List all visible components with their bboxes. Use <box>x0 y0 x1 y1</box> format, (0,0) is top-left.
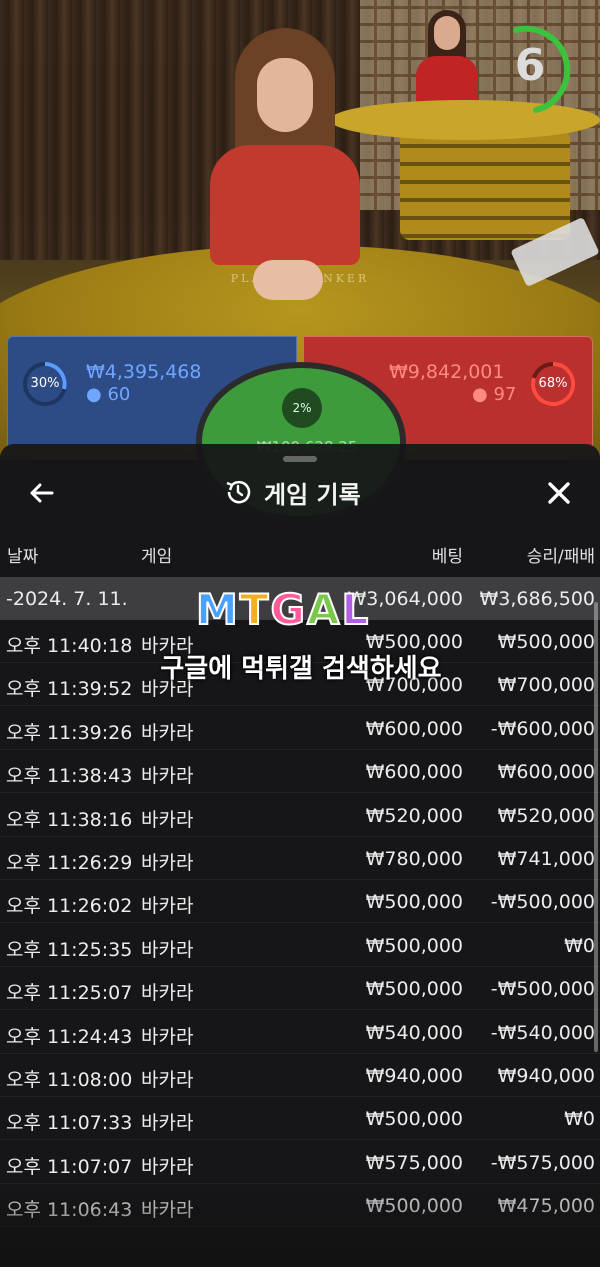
dealer <box>205 20 365 310</box>
sheet-drag-handle[interactable] <box>283 456 317 462</box>
game-history-sheet: 게임 기록 날짜 게임 베팅 승리/패배 -2024. 7. 11. ₩3,06… <box>0 444 600 1267</box>
history-row[interactable]: 오후 11:26:29 바카라 ₩780,000 ₩741,000 <box>0 837 600 880</box>
watermark-tagline: 구글에 먹튀갤 검색하세요 <box>160 654 442 684</box>
row-game: 바카라 <box>141 1025 194 1048</box>
row-time: 오후 11:26:29 <box>6 852 133 874</box>
summary-result: ₩3,686,500 <box>479 588 595 610</box>
close-x-icon <box>548 482 570 504</box>
row-game: 바카라 <box>141 808 194 831</box>
row-result: -₩540,000 <box>490 1021 595 1044</box>
history-row[interactable]: 오후 11:24:43 바카라 ₩540,000 -₩540,000 <box>0 1011 600 1054</box>
row-bet: ₩940,000 <box>365 1065 463 1087</box>
arrow-left-icon <box>30 483 54 503</box>
row-time: 오후 11:40:18 <box>6 635 133 657</box>
row-time: 오후 11:39:52 <box>6 678 133 701</box>
history-row[interactable]: 오후 11:38:43 바카라 ₩600,000 ₩600,000 <box>0 750 600 794</box>
row-bet: ₩500,000 <box>365 1108 463 1131</box>
history-row[interactable]: 오후 11:25:07 바카라 ₩500,000 -₩500,000 <box>0 967 600 1011</box>
countdown-timer: 6 <box>500 22 580 118</box>
row-bet: ₩500,000 <box>365 891 463 914</box>
watermark-logo-letter: T <box>239 584 270 635</box>
row-game: 바카라 <box>141 1155 194 1178</box>
row-result: -₩500,000 <box>490 978 595 1001</box>
player-count: 60 <box>107 384 131 405</box>
watermark-logo-letter: G <box>269 584 306 635</box>
row-bet: ₩575,000 <box>365 1151 463 1174</box>
summary-date: -2024. 7. 11. <box>6 588 128 610</box>
row-bet: ₩500,000 <box>365 978 463 1001</box>
row-time: 오후 11:25:35 <box>6 938 133 961</box>
player-percent: 30% <box>30 376 60 391</box>
banker-percent: 68% <box>538 376 568 391</box>
watermark-logo-letter: L <box>340 584 369 635</box>
row-game: 바카라 <box>141 1069 194 1091</box>
row-result: ₩0 <box>564 934 595 957</box>
row-result: ₩0 <box>564 1108 595 1131</box>
watermark-logo: MTGAL <box>195 584 406 636</box>
column-header-game: 게임 <box>141 547 173 567</box>
watermark-logo-letter: M <box>195 584 239 635</box>
row-game: 바카라 <box>141 852 194 874</box>
row-bet: ₩600,000 <box>365 717 463 740</box>
history-row[interactable]: 오후 11:07:33 바카라 ₩500,000 ₩0 <box>0 1097 600 1141</box>
watermark-logo-letter: A <box>306 584 340 635</box>
row-bet: ₩540,000 <box>365 1021 463 1044</box>
row-result: ₩940,000 <box>497 1065 595 1087</box>
row-game: 바카라 <box>141 895 194 918</box>
person-icon: ● <box>472 384 488 405</box>
row-time: 오후 11:07:07 <box>6 1155 133 1178</box>
row-time: 오후 11:38:16 <box>6 808 133 831</box>
row-result: ₩741,000 <box>497 848 595 870</box>
row-game: 바카라 <box>141 765 194 788</box>
bottom-fade <box>0 1177 600 1267</box>
banker-amount: ₩9,842,001 <box>389 361 505 383</box>
history-row[interactable]: 오후 11:39:26 바카라 ₩600,000 -₩600,000 <box>0 707 600 750</box>
row-result: -₩600,000 <box>490 717 595 740</box>
row-time: 오후 11:08:00 <box>6 1069 133 1091</box>
banker-percent-ring: 68% <box>530 361 576 407</box>
row-time: 오후 11:26:02 <box>6 895 133 918</box>
history-row[interactable]: 오후 11:38:16 바카라 ₩520,000 ₩520,000 <box>0 794 600 837</box>
row-game: 바카라 <box>141 721 194 744</box>
history-row[interactable]: 오후 11:26:02 바카라 ₩500,000 -₩500,000 <box>0 880 600 924</box>
sheet-header: 게임 기록 <box>0 466 600 518</box>
row-bet: ₩520,000 <box>365 804 463 827</box>
player-amount: ₩4,395,468 <box>86 361 202 383</box>
row-result: ₩600,000 <box>497 761 595 784</box>
row-game: 바카라 <box>141 1112 194 1135</box>
sheet-title: 게임 기록 <box>264 480 361 509</box>
row-time: 오후 11:24:43 <box>6 1025 133 1048</box>
column-header-result: 승리/패배 <box>526 547 595 567</box>
person-icon: ● <box>86 384 102 405</box>
close-button[interactable] <box>542 476 576 510</box>
row-result: ₩700,000 <box>497 674 595 697</box>
history-clock-icon <box>226 480 251 504</box>
second-dealer <box>412 10 482 112</box>
row-result: ₩520,000 <box>497 804 595 827</box>
scrollbar[interactable] <box>594 602 598 1052</box>
row-bet: ₩600,000 <box>365 761 463 784</box>
player-percent-ring: 30% <box>22 361 68 407</box>
tie-percent: 2% <box>282 388 322 428</box>
row-bet: ₩780,000 <box>365 848 463 870</box>
row-result: ₩500,000 <box>497 631 595 653</box>
row-time: 오후 11:07:33 <box>6 1112 133 1135</box>
timer-value: 6 <box>514 40 546 91</box>
row-result: -₩500,000 <box>490 891 595 914</box>
history-row[interactable]: 오후 11:25:35 바카라 ₩500,000 ₩0 <box>0 924 600 967</box>
row-game: 바카라 <box>141 938 194 961</box>
history-row[interactable]: 오후 11:08:00 바카라 ₩940,000 ₩940,000 <box>0 1054 600 1097</box>
banker-count: 97 <box>493 384 517 405</box>
row-time: 오후 11:25:07 <box>6 982 133 1005</box>
row-bet: ₩500,000 <box>365 934 463 957</box>
side-table <box>330 100 600 240</box>
row-time: 오후 11:38:43 <box>6 765 133 788</box>
column-header-bet: 베팅 <box>431 547 463 567</box>
row-time: 오후 11:39:26 <box>6 721 133 744</box>
back-button[interactable] <box>24 476 58 510</box>
row-game: 바카라 <box>141 982 194 1005</box>
column-header-date: 날짜 <box>7 547 39 567</box>
row-result: -₩575,000 <box>490 1151 595 1174</box>
